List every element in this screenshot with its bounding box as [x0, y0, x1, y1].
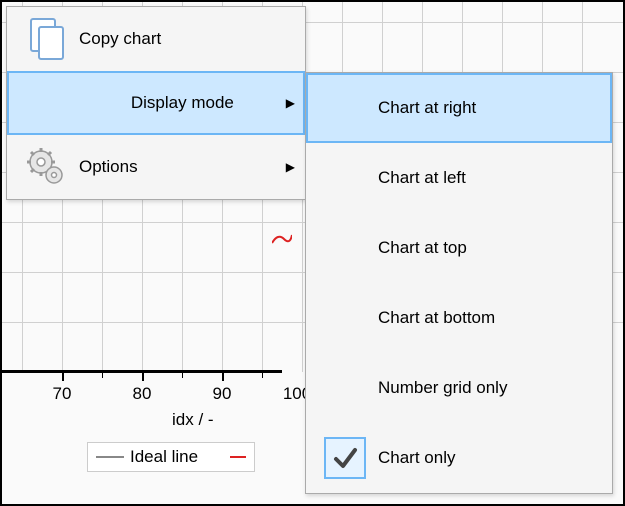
submenu-arrow-icon: ▶	[286, 96, 295, 110]
check-icon	[312, 437, 378, 479]
submenu-item-chart-at-top[interactable]: Chart at top	[306, 213, 612, 283]
copy-icon	[13, 16, 79, 62]
plot-line-fragment	[272, 230, 292, 244]
menu-item-copy-chart[interactable]: Copy chart	[7, 7, 305, 71]
submenu-item-label: Number grid only	[378, 378, 507, 398]
submenu-arrow-icon: ▶	[286, 160, 295, 174]
display-mode-submenu: Chart at right Chart at left Chart at to…	[305, 72, 613, 494]
menu-item-options[interactable]: Options ▶	[7, 135, 305, 199]
axis-tick	[102, 373, 103, 378]
axis-tick	[262, 373, 263, 378]
submenu-item-label: Chart at right	[378, 98, 476, 118]
axis-tick-label: 80	[133, 384, 152, 404]
gear-icon	[13, 145, 79, 189]
axis-tick	[222, 373, 224, 381]
submenu-item-label: Chart at bottom	[378, 308, 495, 328]
axis-title: idx / -	[172, 410, 214, 430]
legend-swatch	[230, 456, 246, 458]
menu-item-label: Copy chart	[79, 29, 295, 49]
menu-item-label: Options	[79, 157, 286, 177]
axis-tick	[182, 373, 183, 378]
submenu-item-chart-at-left[interactable]: Chart at left	[306, 143, 612, 213]
legend-label: Ideal line	[130, 447, 198, 467]
submenu-item-chart-only[interactable]: Chart only	[306, 423, 612, 493]
context-menu: Copy chart Display mode ▶	[6, 6, 306, 200]
submenu-item-chart-at-right[interactable]: Chart at right	[306, 73, 612, 143]
axis-tick	[142, 373, 144, 381]
menu-item-label: Display mode	[79, 93, 286, 113]
submenu-item-label: Chart only	[378, 448, 455, 468]
menu-item-display-mode[interactable]: Display mode ▶	[7, 71, 305, 135]
submenu-item-label: Chart at top	[378, 238, 467, 258]
axis-tick-label: 90	[213, 384, 232, 404]
submenu-item-label: Chart at left	[378, 168, 466, 188]
axis-tick-label: 70	[53, 384, 72, 404]
chart-legend: Ideal line	[87, 442, 255, 472]
legend-swatch	[96, 456, 124, 458]
axis-tick	[62, 373, 64, 381]
submenu-item-chart-at-bottom[interactable]: Chart at bottom	[306, 283, 612, 353]
submenu-item-number-grid-only[interactable]: Number grid only	[306, 353, 612, 423]
